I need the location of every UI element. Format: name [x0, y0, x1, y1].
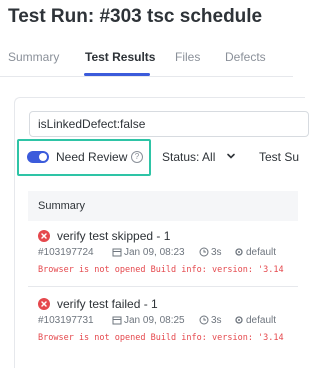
- calendar-icon: [112, 316, 122, 325]
- environment-icon: [235, 316, 243, 324]
- tab-files[interactable]: Files: [175, 50, 200, 64]
- clock-icon: [199, 247, 209, 257]
- tab-bar: Summary Test Results Files Defects: [0, 46, 293, 77]
- page-title: Test Run: #303 tsc schedule: [8, 6, 263, 27]
- test-name[interactable]: verify test skipped - 1: [57, 229, 170, 243]
- chevron-down-icon[interactable]: [226, 151, 236, 161]
- test-environment: default: [246, 247, 277, 258]
- need-review-label: Need Review: [56, 150, 128, 164]
- table-header: Summary: [28, 191, 298, 221]
- test-suite-filter[interactable]: Test Su: [259, 150, 299, 164]
- table-row[interactable]: verify test skipped - 1 #103197724 Jan 0…: [28, 224, 298, 286]
- column-summary: Summary: [38, 200, 86, 212]
- need-review-toggle[interactable]: [27, 151, 49, 163]
- test-duration: 3s: [211, 315, 222, 326]
- tab-test-results[interactable]: Test Results: [85, 50, 155, 64]
- failed-status-icon: [38, 230, 50, 242]
- status-filter-dropdown[interactable]: Status: All: [162, 150, 215, 164]
- test-name[interactable]: verify test failed - 1: [57, 297, 158, 311]
- error-message: Browser is not opened Build info: versio…: [38, 333, 284, 343]
- help-icon[interactable]: ?: [131, 151, 143, 163]
- toggle-knob: [39, 153, 47, 161]
- row-divider: [28, 286, 298, 287]
- clock-icon: [199, 315, 209, 325]
- test-duration: 3s: [211, 247, 222, 258]
- error-message: Browser is not opened Build info: versio…: [38, 265, 284, 275]
- table-row[interactable]: verify test failed - 1 #103197731 Jan 09…: [28, 292, 298, 354]
- calendar-icon: [112, 248, 122, 257]
- test-date: Jan 09, 08:23: [124, 247, 185, 258]
- test-id: #103197724: [38, 247, 94, 258]
- test-id: #103197731: [38, 315, 94, 326]
- failed-status-icon: [38, 298, 50, 310]
- search-input[interactable]: [29, 111, 309, 137]
- active-tab-indicator: [84, 73, 150, 76]
- test-date: Jan 09, 08:25: [124, 315, 185, 326]
- environment-icon: [235, 248, 243, 256]
- tab-summary[interactable]: Summary: [8, 50, 59, 64]
- test-environment: default: [246, 315, 277, 326]
- tab-defects[interactable]: Defects: [225, 50, 266, 64]
